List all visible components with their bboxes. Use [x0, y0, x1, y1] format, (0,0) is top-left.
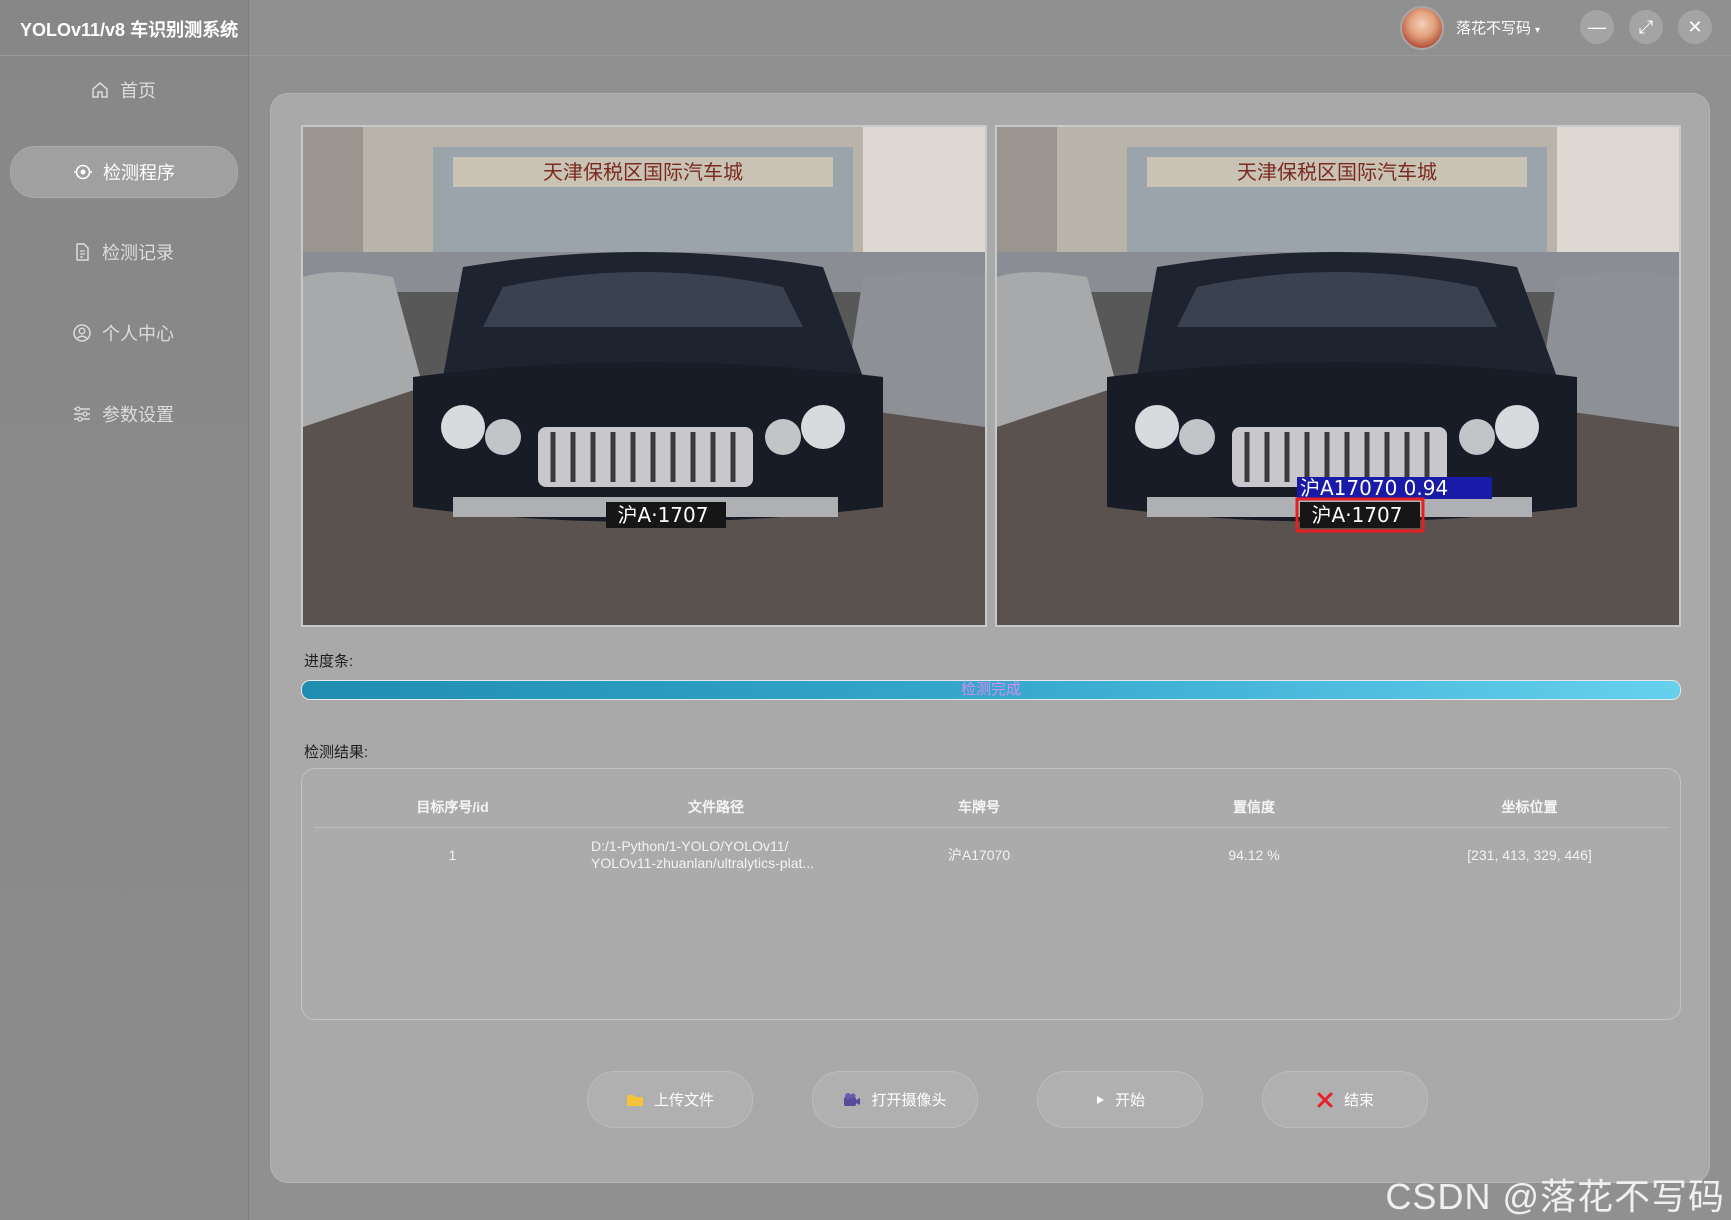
column-header: 目标序号/id: [416, 799, 489, 815]
car-photo-detected: 天津保税区国际汽车城 沪A·1707 沪A17070 0.94: [997, 127, 1679, 625]
camera-icon: [844, 1092, 861, 1106]
table-row[interactable]: 1 D:/1-Python/1-YOLO/YOLOv11/ YOLOv11-zh…: [314, 829, 1668, 881]
user-circle-icon: [73, 324, 91, 342]
cell-id: 1: [448, 847, 457, 863]
sign-text: 天津保税区国际汽车城: [1237, 160, 1437, 184]
sidebar-item-label: 首页: [120, 81, 156, 101]
column-header: 置信度: [1233, 799, 1275, 815]
minimize-icon: —: [1588, 16, 1606, 37]
path-line: D:/1-Python/1-YOLO/YOLOv11/: [591, 838, 789, 854]
results-label: 检测结果:: [304, 744, 369, 761]
watermark: CSDN @落花不写码: [1385, 1176, 1725, 1217]
sidebar-item-label: 参数设置: [102, 405, 174, 425]
column-header: 文件路径: [688, 799, 744, 815]
sidebar-item-label: 检测记录: [102, 243, 174, 263]
progress-text: 检测完成: [960, 681, 1021, 698]
cell-plate: 沪A17070: [947, 847, 1011, 863]
chevron-down-icon: ▾: [1535, 25, 1541, 36]
progress-bar: 检测完成: [301, 680, 1681, 700]
document-icon: [76, 243, 89, 261]
sidebar-item-records[interactable]: 检测记录: [10, 227, 236, 277]
table-header: 目标序号/id 文件路径 车牌号 置信度 坐标位置: [314, 787, 1668, 828]
cell-coords: [231, 413, 329, 446]: [1467, 847, 1592, 863]
sidebar-item-label: 个人中心: [102, 324, 174, 344]
sidebar-item-detect[interactable]: 检测程序: [10, 146, 238, 198]
start-button[interactable]: 开始: [1037, 1071, 1203, 1128]
detection-label: 沪A17070 0.94: [1300, 476, 1448, 500]
original-image: 天津保税区国际汽车城 沪A·1707: [301, 125, 987, 627]
username: 落花不写码: [1456, 20, 1532, 37]
close-icon: ✕: [1687, 16, 1703, 37]
minimize-button[interactable]: —: [1580, 10, 1614, 44]
sidebar: YOLOv11/v8 车识别测系统 首页 检测程序 检测记录 个人中心 参数设置: [0, 0, 249, 1220]
column-header: 车牌号: [958, 799, 1000, 815]
sidebar-item-profile[interactable]: 个人中心: [10, 308, 236, 358]
cell-path: D:/1-Python/1-YOLO/YOLOv11/ YOLOv11-zhua…: [591, 829, 841, 881]
plate-text: 沪A·1707: [618, 503, 709, 527]
eye-target-icon: [74, 164, 92, 180]
sidebar-item-settings[interactable]: 参数设置: [10, 389, 236, 439]
play-icon: [1096, 1095, 1104, 1104]
maximize-icon: ⤢: [1638, 16, 1654, 37]
sidebar-item-label: 检测程序: [103, 163, 175, 183]
divider: [0, 55, 248, 56]
folder-icon: [626, 1094, 643, 1106]
camera-button[interactable]: 打开摄像头: [812, 1071, 978, 1128]
start-label: 开始: [1114, 1092, 1145, 1109]
result-image: 天津保税区国际汽车城 沪A·1707 沪A17070 0.94: [995, 125, 1681, 627]
car-photo: 天津保税区国际汽车城 沪A·1707: [303, 127, 985, 625]
column-header: 坐标位置: [1501, 799, 1558, 815]
progress-label: 进度条:: [304, 653, 354, 670]
upload-button[interactable]: 上传文件: [587, 1071, 753, 1128]
upload-label: 上传文件: [653, 1092, 714, 1109]
results-table: 目标序号/id 文件路径 车牌号 置信度 坐标位置 1 D:/1-Python/…: [301, 768, 1681, 1020]
sliders-icon: [74, 406, 90, 422]
home-icon: [92, 82, 108, 98]
sidebar-item-home[interactable]: 首页: [10, 65, 236, 115]
user-menu[interactable]: 落花不写码 ▾: [1456, 17, 1540, 38]
sign-text: 天津保税区国际汽车城: [543, 160, 743, 184]
end-button[interactable]: 结束: [1262, 1071, 1428, 1128]
maximize-button[interactable]: ⤢: [1629, 10, 1663, 44]
plate-text: 沪A·1707: [1312, 503, 1403, 527]
path-line: YOLOv11-zhuanlan/ultralytics-plat...: [591, 855, 815, 871]
app-title: YOLOv11/v8 车识别测系统: [20, 20, 239, 40]
cell-confidence: 94.12 %: [1228, 847, 1280, 863]
close-icon: [1317, 1092, 1333, 1107]
avatar[interactable]: [1400, 6, 1444, 50]
camera-label: 打开摄像头: [871, 1092, 947, 1109]
close-button[interactable]: ✕: [1678, 10, 1712, 44]
end-label: 结束: [1343, 1092, 1374, 1109]
